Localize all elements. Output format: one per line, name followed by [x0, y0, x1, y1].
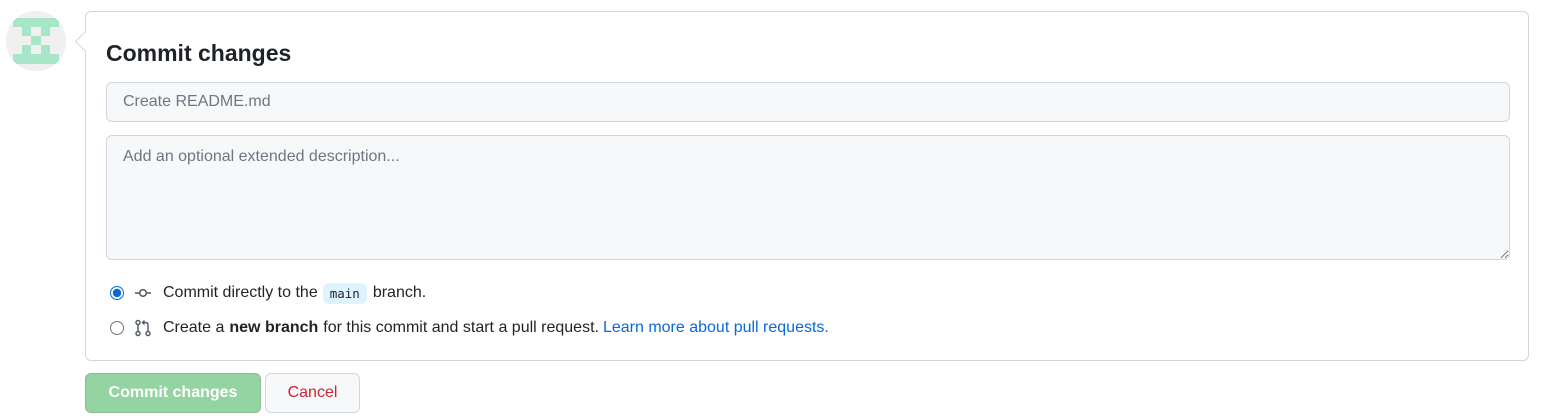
- git-pull-request-icon: [134, 319, 152, 337]
- branch-name-chip: main: [322, 282, 367, 304]
- git-commit-icon: [134, 284, 152, 302]
- commit-direct-radio[interactable]: [110, 286, 124, 300]
- commit-summary-input[interactable]: [106, 82, 1510, 122]
- new-branch-radio[interactable]: [110, 321, 124, 335]
- commit-form-title: Commit changes: [106, 40, 292, 66]
- commit-form-panel: Commit changes Commit directly to the ma…: [74, 11, 1529, 361]
- commit-option-new-branch[interactable]: Create a new branch for this commit and …: [110, 317, 829, 339]
- learn-more-pull-requests-link[interactable]: Learn more about pull requests.: [603, 319, 829, 337]
- new-branch-text-after: for this commit and start a pull request…: [323, 319, 599, 336]
- avatar[interactable]: [6, 11, 66, 71]
- panel-pointer: [74, 30, 97, 53]
- new-branch-bold: new branch: [229, 319, 319, 336]
- commit-changes-button[interactable]: Commit changes: [85, 373, 261, 413]
- commit-description-textarea[interactable]: [106, 135, 1510, 260]
- identicon-avatar: [6, 11, 66, 71]
- commit-option-direct[interactable]: Commit directly to the main branch.: [110, 282, 426, 304]
- commit-page: Commit changes Commit directly to the ma…: [0, 0, 1542, 420]
- commit-direct-text-after: branch.: [372, 284, 427, 301]
- new-branch-text-before: Create a: [163, 319, 225, 336]
- cancel-button[interactable]: Cancel: [265, 373, 360, 413]
- commit-direct-text-before: Commit directly to the: [163, 284, 318, 301]
